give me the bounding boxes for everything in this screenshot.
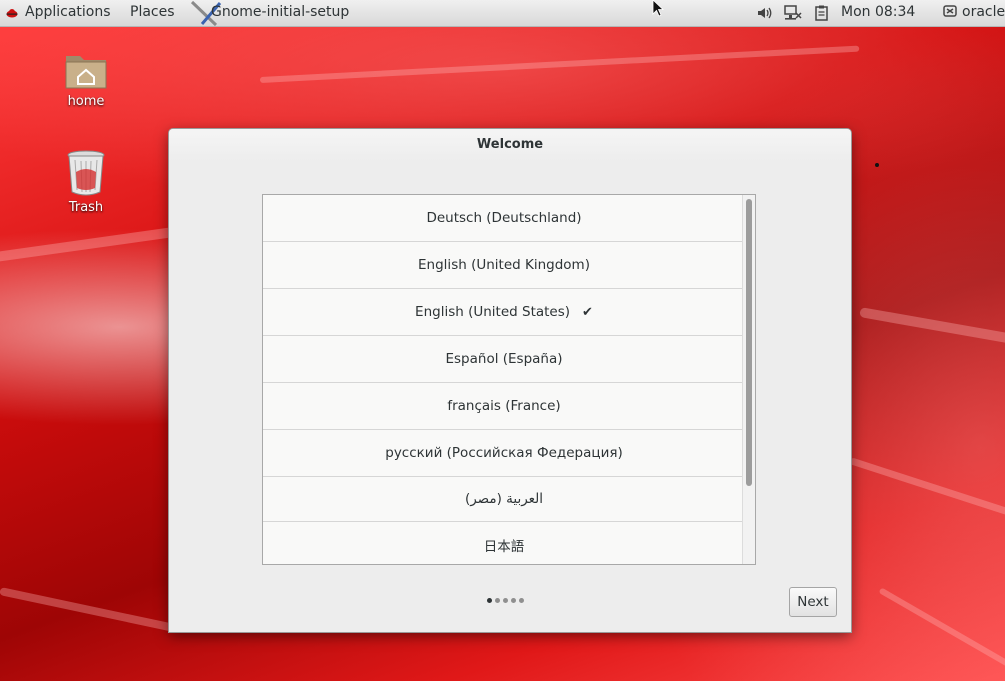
clipboard-icon[interactable] bbox=[815, 5, 828, 25]
language-label: français (France) bbox=[447, 398, 561, 414]
page-dot bbox=[495, 598, 500, 603]
language-row[interactable]: Deutsch (Deutschland) bbox=[263, 195, 745, 242]
mouse-cursor-icon bbox=[652, 0, 665, 22]
top-panel: Applications Places Gnome-initial-setup … bbox=[0, 0, 1005, 27]
places-menu[interactable]: Places bbox=[130, 4, 175, 20]
language-list[interactable]: Deutsch (Deutschland) English (United Ki… bbox=[262, 194, 756, 565]
active-window-title[interactable]: Gnome-initial-setup bbox=[211, 4, 349, 20]
user-status-icon bbox=[943, 5, 957, 23]
volume-icon[interactable] bbox=[756, 5, 772, 25]
scrollbar-thumb[interactable] bbox=[746, 199, 752, 486]
language-row[interactable]: français (France) bbox=[263, 383, 745, 430]
page-dot bbox=[503, 598, 508, 603]
language-row[interactable]: العربية (مصر) bbox=[263, 477, 745, 522]
language-label: English (United Kingdom) bbox=[418, 257, 590, 273]
desktop-icon-label: Trash bbox=[68, 200, 104, 215]
language-label: Español (España) bbox=[445, 351, 563, 367]
dialog-title: Welcome bbox=[169, 129, 851, 161]
initial-setup-dialog: Welcome Deutsch (Deutschland) English (U… bbox=[169, 129, 851, 632]
language-row[interactable]: Español (España) bbox=[263, 336, 745, 383]
language-label: العربية (مصر) bbox=[464, 491, 544, 507]
desktop-icon-trash[interactable]: Trash bbox=[51, 150, 121, 215]
page-dot bbox=[511, 598, 516, 603]
desktop-icon-home[interactable]: home bbox=[51, 50, 121, 109]
redhat-logo-icon bbox=[6, 7, 18, 23]
clock[interactable]: Mon 08:34 bbox=[841, 4, 915, 20]
language-label: 日本語 bbox=[483, 539, 525, 555]
page-indicator bbox=[487, 598, 524, 606]
language-label: English (United States) bbox=[415, 304, 571, 320]
network-icon[interactable] bbox=[784, 5, 802, 25]
desktop-speck bbox=[875, 163, 879, 167]
checkmark-icon: ✔ bbox=[582, 304, 593, 320]
desktop-icon-label: home bbox=[67, 94, 105, 109]
page-dot bbox=[519, 598, 524, 603]
language-list-scrollbar[interactable] bbox=[742, 195, 755, 564]
language-row[interactable]: 日本語 bbox=[263, 522, 745, 564]
language-label: Deutsch (Deutschland) bbox=[426, 210, 582, 226]
page-dot-active bbox=[487, 598, 492, 603]
applications-menu[interactable]: Applications bbox=[25, 4, 111, 20]
next-button[interactable]: Next bbox=[789, 587, 837, 617]
home-folder-icon bbox=[64, 50, 108, 90]
language-label: русский (Российская Федерация) bbox=[385, 445, 623, 461]
language-row[interactable]: English (United Kingdom) bbox=[263, 242, 745, 289]
language-row[interactable]: русский (Российская Федерация) bbox=[263, 430, 745, 477]
trash-icon bbox=[66, 150, 106, 196]
user-menu[interactable]: oracle bbox=[962, 4, 1005, 20]
language-row-selected[interactable]: English (United States) ✔ bbox=[263, 289, 745, 336]
